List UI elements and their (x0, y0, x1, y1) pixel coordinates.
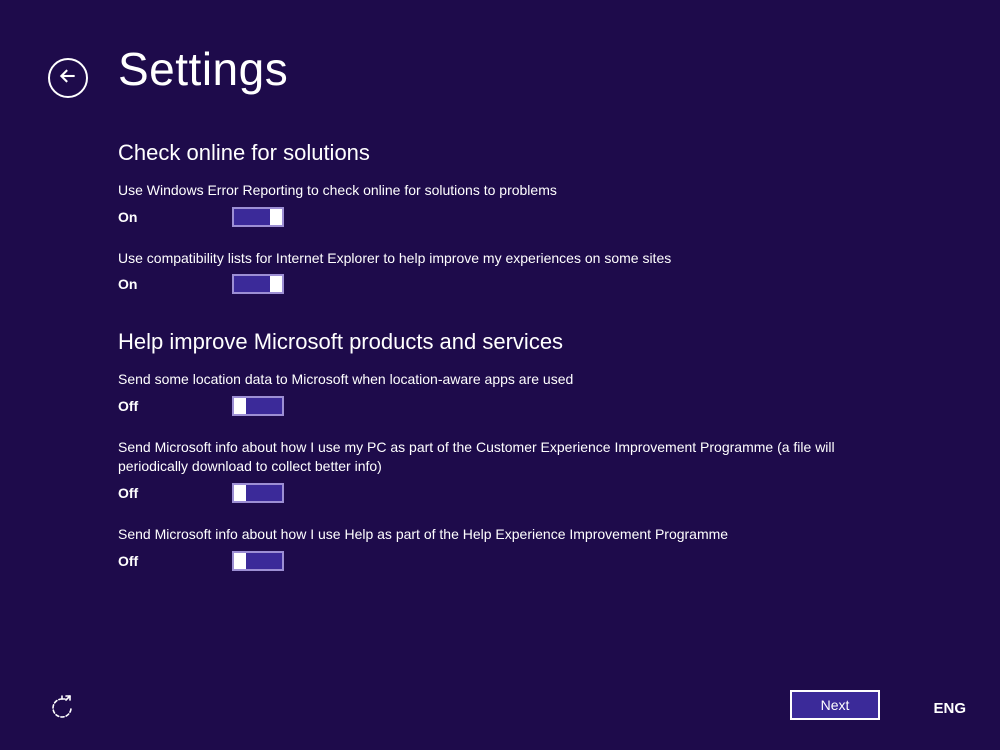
toggle-compat-lists[interactable] (232, 274, 284, 294)
toggle-row: On (118, 274, 878, 294)
toggle-row: Off (118, 396, 878, 416)
back-button[interactable] (48, 58, 88, 98)
back-arrow-icon (58, 66, 78, 91)
toggle-state-label: On (118, 276, 232, 292)
ease-of-access-icon (48, 709, 76, 726)
toggle-state-label: Off (118, 398, 232, 414)
section-help-improve: Help improve Microsoft products and serv… (118, 329, 878, 570)
setting-error-reporting: Use Windows Error Reporting to check onl… (118, 181, 878, 227)
setting-desc: Send some location data to Microsoft whe… (118, 370, 878, 390)
toggle-error-reporting[interactable] (232, 207, 284, 227)
toggle-state-label: Off (118, 485, 232, 501)
setting-desc: Send Microsoft info about how I use Help… (118, 525, 878, 545)
settings-content: Check online for solutions Use Windows E… (118, 140, 878, 606)
toggle-knob (234, 485, 246, 501)
toggle-knob (270, 209, 282, 225)
page-title: Settings (118, 42, 288, 96)
toggle-knob (234, 398, 246, 414)
toggle-state-label: Off (118, 553, 232, 569)
section-title: Check online for solutions (118, 140, 878, 166)
ease-of-access-button[interactable] (48, 694, 76, 722)
setting-desc: Use Windows Error Reporting to check onl… (118, 181, 878, 201)
toggle-row: On (118, 207, 878, 227)
toggle-knob (234, 553, 246, 569)
toggle-help-experience[interactable] (232, 551, 284, 571)
toggle-row: Off (118, 551, 878, 571)
setting-ceip: Send Microsoft info about how I use my P… (118, 438, 878, 503)
toggle-location-data[interactable] (232, 396, 284, 416)
setting-help-experience: Send Microsoft info about how I use Help… (118, 525, 878, 571)
toggle-state-label: On (118, 209, 232, 225)
language-indicator[interactable]: ENG (933, 700, 966, 717)
setting-desc: Use compatibility lists for Internet Exp… (118, 249, 878, 269)
section-title: Help improve Microsoft products and serv… (118, 329, 878, 355)
toggle-row: Off (118, 483, 878, 503)
toggle-knob (270, 276, 282, 292)
setting-location-data: Send some location data to Microsoft whe… (118, 370, 878, 416)
toggle-ceip[interactable] (232, 483, 284, 503)
next-button-label: Next (821, 697, 850, 713)
setting-compat-lists: Use compatibility lists for Internet Exp… (118, 249, 878, 295)
section-check-online: Check online for solutions Use Windows E… (118, 140, 878, 294)
setting-desc: Send Microsoft info about how I use my P… (118, 438, 878, 477)
next-button[interactable]: Next (790, 690, 880, 720)
